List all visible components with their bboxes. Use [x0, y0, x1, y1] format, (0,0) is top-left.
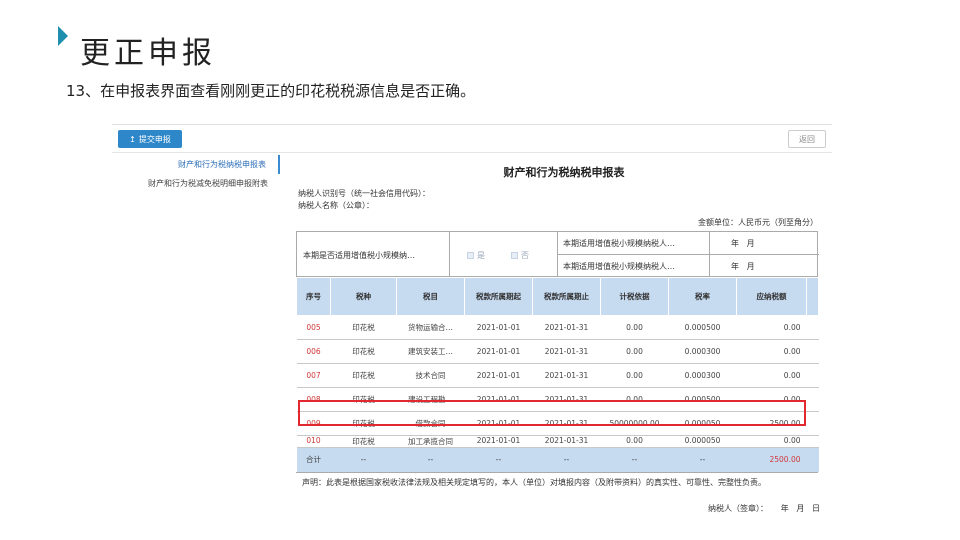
total-label: 合计: [296, 447, 331, 472]
small-scale-question: 本期是否适用增值税小规模纳…: [303, 251, 415, 260]
scrollbar-header: [806, 277, 819, 316]
slide-instruction: 13、在申报表界面查看刚刚更正的印花税税源信息是否正确。: [66, 82, 476, 100]
option-yes[interactable]: 是: [467, 250, 485, 261]
sidebar-item-relief-schedule[interactable]: 财产和行为税减免税明细申报附表: [112, 174, 280, 193]
column-header: 税款所属期起: [464, 277, 533, 316]
toolbar: ↥ 提交申报 返回: [112, 125, 832, 153]
cell-base: 0.00: [600, 363, 669, 388]
cell-due: 0.00: [736, 339, 807, 364]
app-screenshot: ↥ 提交申报 返回 财产和行为税纳税申报表 财产和行为税减免税明细申报附表 财产…: [112, 124, 832, 520]
cell-due: 0.00: [736, 363, 807, 388]
table-row[interactable]: 006 印花税 建筑安装工… 2021-01-01 2021-01-31 0.00 0.00…: [296, 339, 819, 364]
cell-end: 2021-01-31: [532, 435, 601, 448]
checkbox-icon: [467, 252, 474, 259]
column-header: 税目: [396, 277, 465, 316]
table-row[interactable]: 005 印花税 货物运输合… 2021-01-01 2021-01-31 0.00 0.00…: [296, 315, 819, 340]
period-end-value: 年 月: [731, 262, 755, 271]
taxpayer-id-label: 纳税人识别号（统一社会信用代码）：: [298, 189, 430, 198]
cell-base: 0.00: [600, 339, 669, 364]
option-no[interactable]: 否: [511, 250, 529, 261]
column-header: 税款所属期止: [532, 277, 601, 316]
checkbox-checked-icon: [511, 252, 518, 259]
scrollbar-track[interactable]: [806, 435, 819, 448]
cell-start: 2021-01-01: [464, 435, 533, 448]
cell-end: 2021-01-31: [532, 339, 601, 364]
cell-start: 2021-01-01: [464, 363, 533, 388]
cell-seq: 010: [296, 435, 331, 448]
cell-rate: 0.000500: [668, 315, 737, 340]
cell-item: 建筑安装工…: [396, 339, 465, 364]
cell-rate: 0.000300: [668, 339, 737, 364]
table-row[interactable]: 010 印花税 加工承揽合同 2021-01-01 2021-01-31 0.00 0.00…: [296, 435, 819, 448]
submit-declaration-button[interactable]: ↥ 提交申报: [118, 130, 182, 148]
total-tax-due: 2500.00: [736, 447, 807, 472]
cell-due: 0.00: [736, 315, 807, 340]
table-row[interactable]: 007 印花税 技术合同 2021-01-01 2021-01-31 0.00 0.0003…: [296, 363, 819, 388]
scrollbar-track[interactable]: [806, 339, 819, 364]
cell-tax: 印花税: [330, 435, 397, 448]
declaration-text: 声明：此表是根据国家税收法律法规及相关规定填写的，本人（单位）对填报内容（及附带…: [296, 471, 818, 493]
scrollbar-track[interactable]: [806, 387, 819, 412]
period-start-value: 年 月: [731, 239, 755, 248]
cell-base: 0.00: [600, 315, 669, 340]
column-header: 税种: [330, 277, 397, 316]
submit-label: 提交申报: [138, 134, 171, 144]
period-start-label: 本期适用增值税小规模纳税人…: [563, 239, 675, 248]
upload-icon: ↥: [129, 134, 136, 144]
cell-item: 技术合同: [396, 363, 465, 388]
cell-due: 0.00: [736, 435, 807, 448]
scrollbar-track[interactable]: [806, 411, 819, 436]
form-title: 财产和行为税纳税申报表: [503, 166, 625, 179]
column-header: 序号: [296, 277, 331, 316]
cell-tax: 印花税: [330, 315, 397, 340]
column-header: 应纳税额: [736, 277, 807, 316]
tax-return-form: 财产和行为税纳税申报表 纳税人识别号（统一社会信用代码）： 纳税人名称（公章）：…: [296, 155, 832, 514]
slide-title-marker: [58, 26, 68, 46]
sidebar: 财产和行为税纳税申报表 财产和行为税减免税明细申报附表: [112, 155, 280, 193]
cell-item: 货物运输合…: [396, 315, 465, 340]
cell-seq: 005: [296, 315, 331, 340]
back-button[interactable]: 返回: [788, 130, 826, 148]
sidebar-item-tax-return[interactable]: 财产和行为税纳税申报表: [112, 155, 280, 174]
column-header: 计税依据: [600, 277, 669, 316]
cell-end: 2021-01-31: [532, 363, 601, 388]
cell-tax: 印花税: [330, 363, 397, 388]
scrollbar-track[interactable]: [806, 315, 819, 340]
scrollbar-track[interactable]: [806, 363, 819, 388]
column-header: 税率: [668, 277, 737, 316]
cell-end: 2021-01-31: [532, 315, 601, 340]
total-row: 合计 -- -- -- -- -- -- 2500.00: [296, 447, 819, 472]
cell-seq: 006: [296, 339, 331, 364]
highlight-box-row-009: [298, 400, 806, 426]
signature-line: 纳税人（签章）： 年 月 日: [708, 503, 820, 513]
taxpayer-name-label: 纳税人名称（公章）：: [298, 201, 374, 210]
table-header-row: 序号 税种 税目 税款所属期起 税款所属期止 计税依据 税率 应纳税额: [296, 277, 819, 316]
cell-start: 2021-01-01: [464, 339, 533, 364]
tax-items-table: 序号 税种 税目 税款所属期起 税款所属期止 计税依据 税率 应纳税额 005 印…: [296, 277, 819, 472]
amount-unit-label: 金额单位：人民币元（列至角分）: [698, 218, 818, 227]
cell-tax: 印花税: [330, 339, 397, 364]
period-end-label: 本期适用增值税小规模纳税人…: [563, 262, 675, 271]
small-scale-period-box: 本期是否适用增值税小规模纳… 是 否 本期适用增值税小规模纳税人… 本期适用增值…: [296, 231, 819, 277]
cell-seq: 007: [296, 363, 331, 388]
slide-title: 更正申报: [80, 36, 216, 71]
cell-rate: 0.000300: [668, 363, 737, 388]
cell-base: 0.00: [600, 435, 669, 448]
cell-start: 2021-01-01: [464, 315, 533, 340]
cell-item: 加工承揽合同: [396, 435, 465, 448]
cell-rate: 0.000050: [668, 435, 737, 448]
